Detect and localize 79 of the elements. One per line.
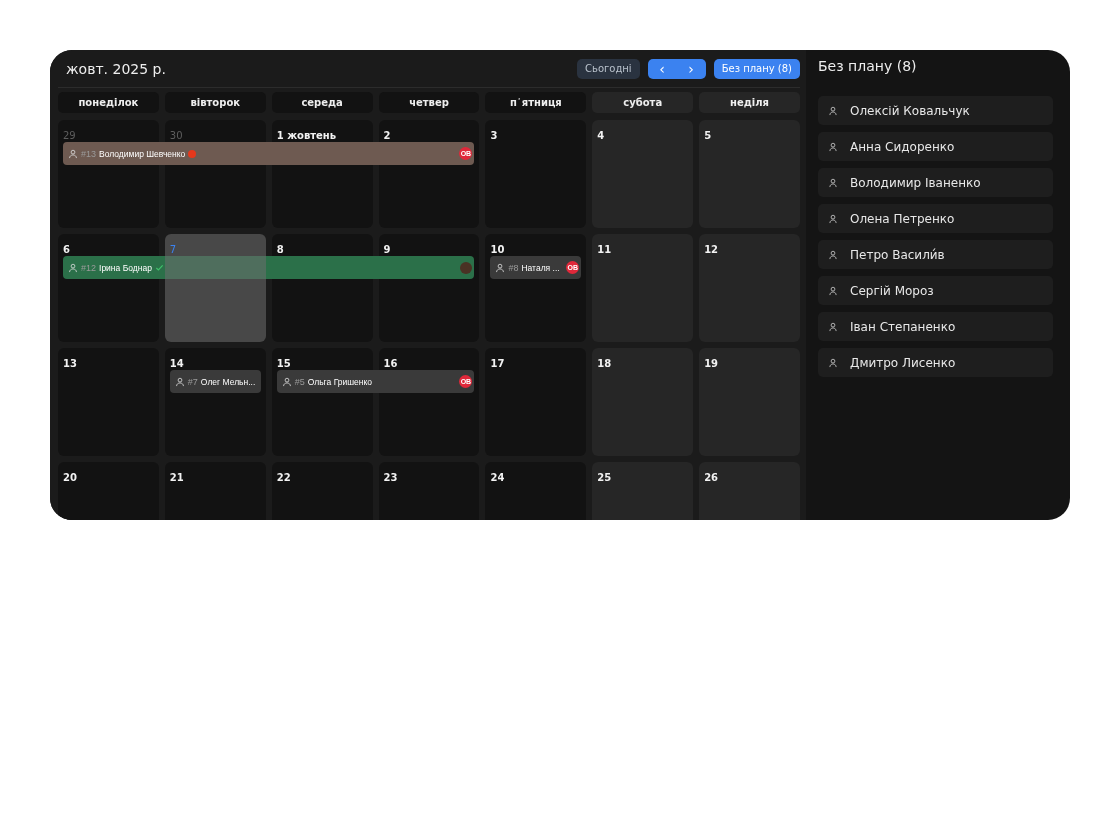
weekday-header: неділя (699, 92, 800, 113)
next-button[interactable]: › (676, 58, 706, 79)
unplanned-person-item[interactable]: Іван Степаненко (818, 312, 1053, 341)
unplanned-person-item[interactable]: Сергій Мороз (818, 276, 1053, 305)
person-icon (828, 249, 838, 260)
unplanned-person-item[interactable]: Петро Васили́в (818, 240, 1053, 269)
person-name: Іван Степаненко (850, 319, 956, 334)
day-number[interactable]: 15 (276, 358, 291, 369)
person-icon (828, 321, 838, 332)
person-name: Олена Петренко (850, 211, 955, 226)
unplanned-person-item[interactable]: Анна Сидоренко (818, 132, 1053, 161)
person-icon (828, 285, 838, 296)
day-number[interactable]: 24 (490, 472, 505, 483)
day-number[interactable]: 8 (276, 244, 284, 255)
day-number[interactable]: 26 (704, 472, 719, 483)
person-name: Олексій Ковальчук (850, 103, 970, 118)
event-number: #8 (508, 262, 519, 273)
person-name: Анна Сидоренко (850, 139, 955, 154)
day-number[interactable]: 6 (63, 244, 70, 255)
event-name: Ірина Боднар (99, 262, 152, 273)
event-name: Наталя ... (521, 262, 560, 273)
day-number[interactable]: 3 (490, 130, 498, 141)
person-icon (828, 177, 838, 188)
day-number[interactable]: 20 (63, 472, 77, 483)
unplanned-button[interactable]: Без плану (8) (713, 58, 800, 79)
day-number[interactable]: 9 (383, 244, 391, 255)
month-title: жовт. 2025 р. (66, 60, 166, 77)
day-number[interactable]: 23 (383, 472, 398, 483)
day-number[interactable]: 10 (490, 244, 505, 255)
day-number[interactable]: 12 (704, 244, 719, 255)
event-bar[interactable]: #12 Ірина Боднар (63, 256, 475, 279)
unplanned-person-item[interactable]: Володимир Іваненко (818, 168, 1053, 197)
day-number[interactable]: 16 (383, 358, 398, 369)
day-number[interactable]: 4 (597, 130, 605, 141)
person-icon (68, 148, 78, 159)
sidebar-title: Без плану (8) (818, 58, 918, 74)
today-button[interactable]: Сьогодні (577, 58, 640, 79)
event-number: #12 (81, 262, 97, 273)
person-icon (828, 105, 838, 116)
unplanned-person-item[interactable]: Олексій Ковальчук (818, 96, 1053, 125)
day-number[interactable]: 13 (63, 358, 77, 369)
person-name: Петро Васили́в (850, 247, 945, 262)
previous-button[interactable]: ‹ (647, 58, 677, 79)
day-number[interactable]: 5 (704, 130, 712, 141)
day-number[interactable]: 17 (490, 358, 505, 369)
day-number[interactable]: 18 (597, 358, 612, 369)
event-bar[interactable]: #7 Олег Мельн... (169, 370, 261, 393)
day-number[interactable]: 1 жовтень (276, 130, 337, 141)
day-number[interactable]: 21 (169, 472, 184, 483)
person-icon (68, 262, 78, 273)
weekday-header: вівторок (164, 92, 266, 113)
unplanned-person-item[interactable]: Олена Петренко (818, 204, 1053, 233)
event-number: #7 (187, 376, 198, 387)
person-icon (828, 357, 838, 368)
person-icon (828, 141, 838, 152)
event-number: #5 (294, 376, 305, 387)
person-name: Сергій Мороз (850, 283, 934, 298)
unplanned-person-item[interactable]: Дмитро Лисенко (818, 348, 1053, 377)
person-name: Володимир Іваненко (850, 175, 981, 190)
event-number: #13 (81, 148, 97, 159)
weekday-header: середа (271, 92, 373, 113)
person-icon (495, 262, 506, 273)
weekday-header: понеділок (58, 92, 159, 113)
event-name: Олег Мельн... (200, 376, 256, 387)
event-name: Володимир Шевченко (99, 148, 186, 159)
weekday-header: п᾽ятниця (485, 92, 587, 113)
day-number[interactable]: 25 (597, 472, 612, 483)
person-name: Дмитро Лисенко (850, 355, 956, 370)
weekday-header: субота (592, 92, 694, 113)
event-name: Ольга Гришенко (307, 376, 372, 387)
person-icon (281, 376, 292, 387)
day-number[interactable]: 14 (169, 358, 184, 369)
day-number[interactable]: 19 (704, 358, 719, 369)
day-number[interactable]: 22 (276, 472, 291, 483)
weekday-header: четвер (378, 92, 480, 113)
person-icon (174, 376, 185, 387)
day-number[interactable]: 11 (597, 244, 612, 255)
person-icon (828, 213, 838, 224)
day-number[interactable]: 2 (383, 130, 391, 141)
